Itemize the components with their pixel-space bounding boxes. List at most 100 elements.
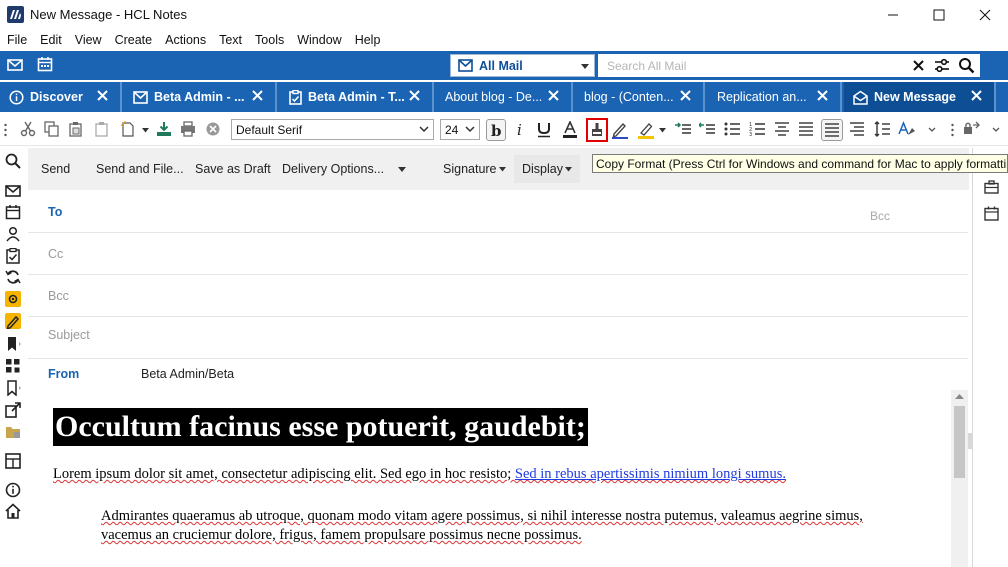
display-button[interactable]: Display xyxy=(514,155,580,183)
align-justify-icon[interactable] xyxy=(798,121,816,139)
menu-create[interactable]: Create xyxy=(115,33,153,47)
bcc-link[interactable]: Bcc xyxy=(870,209,890,223)
edit-app-icon[interactable] xyxy=(5,313,21,329)
replication-icon[interactable] xyxy=(5,269,21,285)
calendar-icon[interactable] xyxy=(984,206,999,221)
search-icon[interactable] xyxy=(5,153,21,169)
menu-file[interactable]: File xyxy=(7,33,27,47)
menu-tools[interactable]: Tools xyxy=(255,33,284,47)
stop-icon[interactable] xyxy=(205,121,223,139)
menu-actions[interactable]: Actions xyxy=(165,33,206,47)
menu-help[interactable]: Help xyxy=(355,33,381,47)
bullet-list-icon[interactable] xyxy=(724,121,742,139)
contacts-icon[interactable] xyxy=(5,226,21,242)
clear-icon[interactable] xyxy=(913,60,924,71)
signature-button[interactable]: Signature xyxy=(435,155,514,183)
minimize-button[interactable] xyxy=(870,0,916,30)
paste-icon[interactable] xyxy=(68,121,86,139)
line-spacing-icon[interactable] xyxy=(874,121,892,139)
save-icon[interactable] xyxy=(156,121,174,139)
tab-new-message[interactable]: New Message xyxy=(844,82,996,112)
home-icon[interactable] xyxy=(5,503,21,519)
layout-icon[interactable] xyxy=(5,453,21,469)
search-icon[interactable] xyxy=(958,57,975,74)
mail-icon[interactable] xyxy=(5,183,21,199)
align-left-button[interactable] xyxy=(821,119,843,141)
bcc-field[interactable]: Bcc xyxy=(28,276,968,317)
maximize-button[interactable] xyxy=(916,0,962,30)
menu-view[interactable]: View xyxy=(75,33,102,47)
mail-scope-select[interactable]: All Mail xyxy=(450,54,595,77)
delivery-options-button[interactable]: Delivery Options... xyxy=(274,155,393,183)
settings-app-icon[interactable] xyxy=(5,291,21,307)
menu-text[interactable]: Text xyxy=(219,33,242,47)
paste-special-icon[interactable] xyxy=(94,121,112,139)
outdent-icon[interactable] xyxy=(699,121,717,139)
numbered-list-icon[interactable]: 123 xyxy=(749,121,767,139)
close-tab-icon[interactable] xyxy=(971,90,982,101)
copy-icon[interactable] xyxy=(44,121,62,139)
calendar-icon[interactable] xyxy=(5,204,21,220)
bold-button[interactable]: b xyxy=(486,119,506,141)
send-button[interactable]: Send xyxy=(33,155,79,183)
search-input[interactable] xyxy=(598,54,898,77)
bookmark-outline-icon[interactable] xyxy=(5,380,21,396)
close-tab-icon[interactable] xyxy=(409,90,420,101)
font-size-select[interactable]: 24 xyxy=(440,119,480,140)
chevron-down-icon[interactable] xyxy=(142,128,149,133)
to-field[interactable]: To Bcc xyxy=(28,192,968,233)
folder-icon[interactable] xyxy=(5,424,21,440)
new-document-icon[interactable] xyxy=(120,121,138,139)
menu-window[interactable]: Window xyxy=(297,33,341,47)
subject-field[interactable]: Subject xyxy=(28,318,968,359)
send-and-file-button[interactable]: Send and File... xyxy=(88,155,192,183)
menu-edit[interactable]: Edit xyxy=(40,33,62,47)
underline-icon[interactable] xyxy=(536,121,554,139)
font-family-select[interactable]: Default Serif xyxy=(231,119,434,140)
text-color-icon[interactable] xyxy=(562,121,580,139)
search-options-icon[interactable] xyxy=(934,58,950,73)
tab-blog-content[interactable]: blog - (Conten... xyxy=(575,82,705,112)
tab-discover[interactable]: Discover xyxy=(0,82,122,112)
copy-format-button[interactable] xyxy=(586,118,608,142)
pen-icon[interactable] xyxy=(612,121,630,139)
briefcase-icon[interactable] xyxy=(984,180,999,194)
chevron-down-icon[interactable] xyxy=(928,127,936,133)
scrollbar-thumb[interactable] xyxy=(954,406,965,478)
highlight-icon[interactable] xyxy=(638,121,656,139)
external-link-icon[interactable] xyxy=(5,402,21,418)
scroll-up-icon[interactable] xyxy=(955,394,964,400)
chevron-down-icon[interactable] xyxy=(992,127,1000,133)
tab-about-blog[interactable]: About blog - De... xyxy=(436,82,573,112)
save-draft-button[interactable]: Save as Draft xyxy=(187,155,279,183)
tab-replication[interactable]: Replication an... xyxy=(707,82,842,112)
permissions-icon[interactable] xyxy=(962,121,980,139)
align-right-icon[interactable] xyxy=(849,121,867,139)
more-actions-button[interactable] xyxy=(390,155,414,183)
text-style-icon[interactable] xyxy=(898,121,916,139)
apps-icon[interactable] xyxy=(5,358,21,374)
chevron-down-icon[interactable] xyxy=(659,128,666,133)
close-window-button[interactable] xyxy=(962,0,1008,30)
mail-icon[interactable] xyxy=(7,57,23,73)
italic-icon[interactable]: i xyxy=(512,121,530,139)
tab-beta-admin-mail[interactable]: Beta Admin - ... xyxy=(124,82,277,112)
cut-icon[interactable] xyxy=(20,121,38,139)
todo-icon[interactable] xyxy=(5,248,21,264)
close-tab-icon[interactable] xyxy=(548,90,559,101)
align-center-icon[interactable] xyxy=(774,121,792,139)
body-link[interactable]: Sed in rebus apertissimis nimium longi s… xyxy=(515,466,786,482)
indent-icon[interactable] xyxy=(675,121,693,139)
tab-beta-admin-todo[interactable]: Beta Admin - T... xyxy=(279,82,434,112)
sidebar-collapse-handle[interactable] xyxy=(968,433,972,449)
calendar-icon[interactable] xyxy=(37,56,53,72)
close-tab-icon[interactable] xyxy=(817,90,828,101)
bookmark-icon[interactable] xyxy=(5,336,21,352)
message-body[interactable]: Occultum facinus esse potuerit, gaudebit… xyxy=(28,390,950,567)
cc-field[interactable]: Cc xyxy=(28,234,968,275)
close-tab-icon[interactable] xyxy=(252,90,263,101)
info-icon[interactable] xyxy=(5,482,21,498)
close-tab-icon[interactable] xyxy=(680,90,691,101)
print-icon[interactable] xyxy=(180,121,198,139)
close-tab-icon[interactable] xyxy=(97,90,108,101)
